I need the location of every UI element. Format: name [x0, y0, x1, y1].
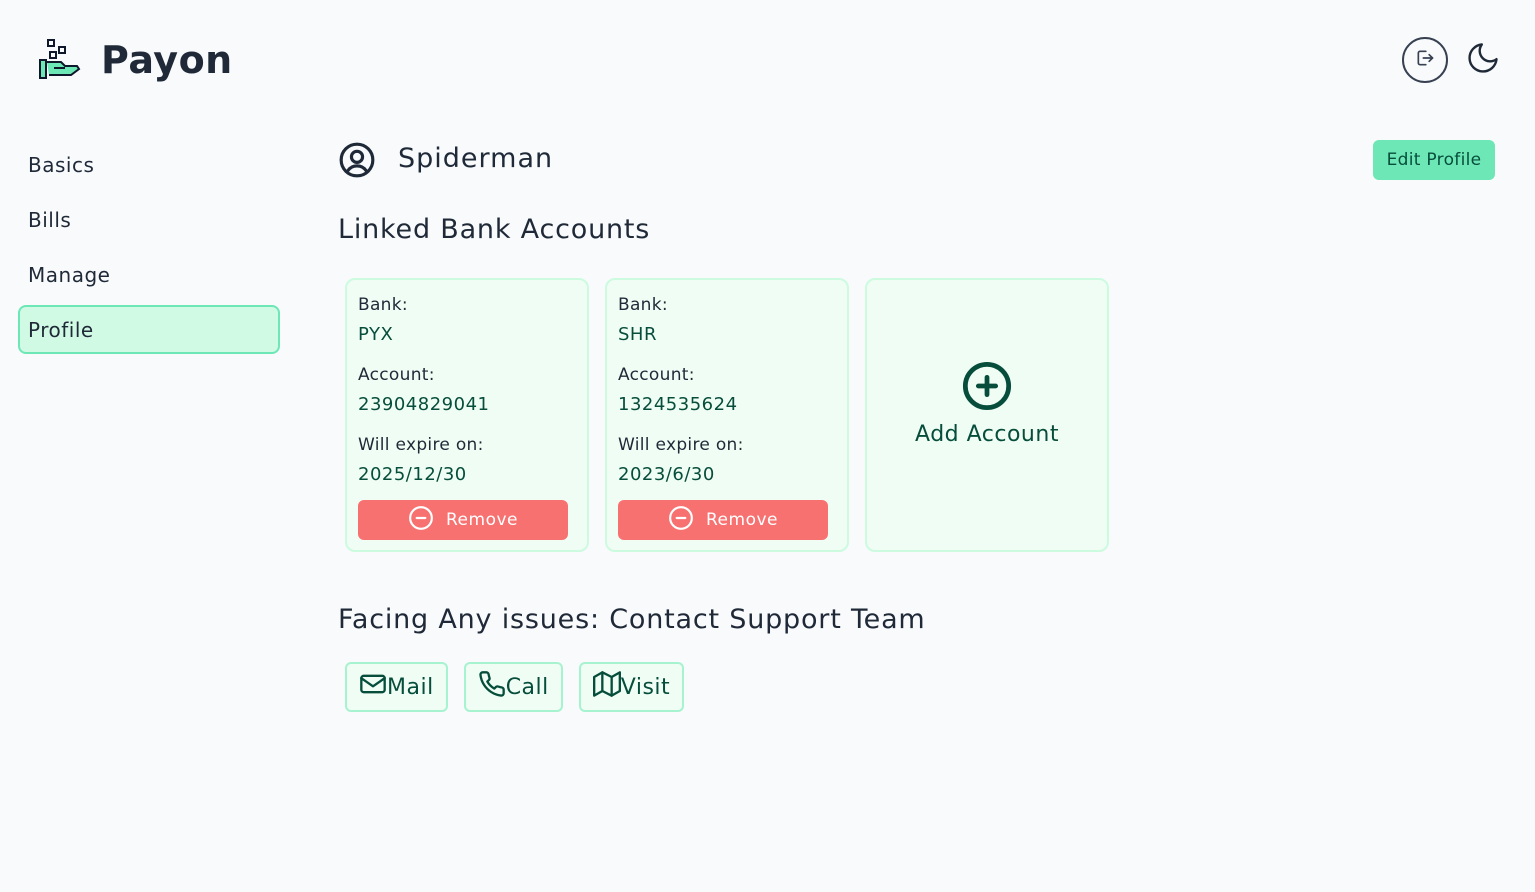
bank-account-card: Bank: SHR Account: 1324535624 Will expir… [605, 278, 849, 552]
call-label: Call [505, 674, 549, 700]
edit-profile-button[interactable]: Edit Profile [1373, 140, 1495, 180]
add-account-label: Add Account [915, 421, 1059, 447]
logout-button[interactable] [1402, 37, 1448, 83]
remove-account-button[interactable]: Remove [618, 500, 828, 540]
expire-value: 2023/6/30 [618, 464, 715, 485]
theme-toggle-button[interactable] [1463, 40, 1503, 80]
hand-coins-icon [38, 38, 82, 86]
mail-label: Mail [387, 674, 434, 700]
app-name: Payon [101, 38, 233, 82]
add-account-card[interactable]: Add Account [865, 278, 1109, 552]
phone-icon [478, 670, 506, 704]
visit-button[interactable]: Visit [578, 662, 685, 712]
account-value: 1324535624 [618, 394, 738, 415]
visit-label: Visit [620, 674, 671, 700]
sidebar-item-basics[interactable]: Basics [18, 140, 280, 189]
account-label: Account: [358, 365, 435, 385]
bank-account-card: Bank: PYX Account: 23904829041 Will expi… [345, 278, 589, 552]
account-value: 23904829041 [358, 394, 490, 415]
support-actions: Mail Call Visit [345, 662, 685, 712]
minus-circle-icon [408, 505, 434, 536]
app-logo[interactable]: Payon [38, 38, 232, 86]
bank-accounts-list: Bank: PYX Account: 23904829041 Will expi… [345, 278, 1109, 552]
user-name: Spiderman [398, 143, 554, 174]
plus-circle-icon [961, 361, 1013, 416]
expire-label: Will expire on: [358, 435, 484, 455]
mail-icon [359, 670, 387, 704]
bank-label: Bank: [618, 295, 668, 315]
user-circle-icon [338, 141, 376, 179]
sidebar-item-profile[interactable]: Profile [18, 305, 280, 354]
moon-icon [1465, 40, 1501, 80]
sidebar: Basics Bills Manage Profile [18, 140, 280, 360]
call-button[interactable]: Call [463, 662, 563, 712]
minus-circle-icon [668, 505, 694, 536]
map-icon [592, 670, 621, 704]
remove-label: Remove [446, 510, 518, 530]
remove-label: Remove [706, 510, 778, 530]
sidebar-item-manage[interactable]: Manage [18, 250, 280, 299]
sidebar-item-bills[interactable]: Bills [18, 195, 280, 244]
remove-account-button[interactable]: Remove [358, 500, 568, 540]
bank-value: SHR [618, 324, 657, 345]
expire-value: 2025/12/30 [358, 464, 467, 485]
support-title: Facing Any issues: Contact Support Team [338, 604, 926, 635]
expire-label: Will expire on: [618, 435, 744, 455]
linked-accounts-title: Linked Bank Accounts [338, 214, 651, 245]
header: Payon [0, 0, 1535, 120]
main-content: Spiderman Edit Profile Linked Bank Accou… [338, 140, 1498, 712]
logout-icon [1415, 48, 1435, 72]
account-label: Account: [618, 365, 695, 385]
bank-value: PYX [358, 324, 394, 345]
profile-header: Spiderman Edit Profile [338, 140, 1498, 182]
bank-label: Bank: [358, 295, 408, 315]
mail-button[interactable]: Mail [345, 662, 448, 712]
